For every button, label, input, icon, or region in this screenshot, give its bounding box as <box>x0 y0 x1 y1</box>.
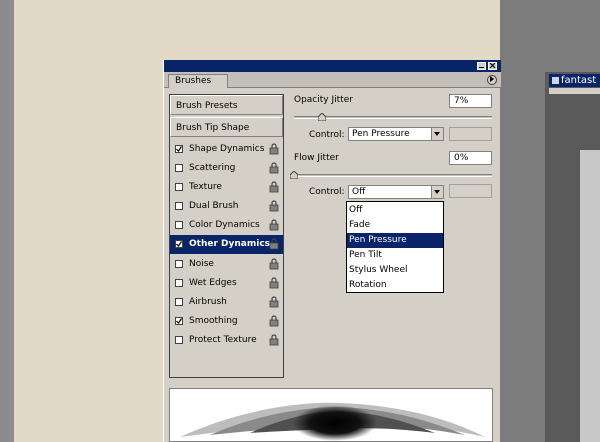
lock-icon[interactable] <box>269 143 279 155</box>
brush-stroke-preview <box>169 388 493 442</box>
dropdown-option[interactable]: Rotation <box>347 278 443 293</box>
checkbox[interactable] <box>175 202 183 210</box>
palette-menu-button[interactable] <box>487 75 497 85</box>
dropdown-option[interactable]: Pen Pressure <box>347 233 443 248</box>
minimize-button[interactable] <box>477 62 486 70</box>
brush-setting-label: Protect Texture <box>189 335 257 345</box>
flow-jitter-input[interactable]: 0% <box>449 151 492 165</box>
flow-control-extra-field <box>449 184 492 198</box>
checkbox[interactable] <box>175 260 183 268</box>
opacity-jitter-label: Opacity Jitter <box>294 95 353 105</box>
palette-titlebar[interactable] <box>164 60 501 72</box>
brush-setting-row[interactable]: Dual Brush <box>170 197 283 216</box>
flow-control-label: Control: <box>309 187 345 197</box>
brush-setting-label: Dual Brush <box>189 201 239 211</box>
lock-icon[interactable] <box>269 200 279 212</box>
checkmark-icon <box>176 318 182 324</box>
palette-tab-row: Brushes <box>164 72 501 88</box>
lock-icon[interactable] <box>269 162 279 174</box>
checkmark-icon <box>176 146 182 152</box>
lock-icon[interactable] <box>269 258 279 270</box>
brush-setting-label: Shape Dynamics <box>189 144 265 154</box>
opacity-control-label: Control: <box>309 130 345 140</box>
brush-setting-row[interactable]: Shape Dynamics <box>170 140 283 159</box>
close-icon <box>489 62 496 69</box>
flow-control-select[interactable]: Off <box>348 185 444 199</box>
lock-icon[interactable] <box>269 181 279 193</box>
checkbox[interactable] <box>175 240 183 248</box>
checkbox[interactable] <box>175 279 183 287</box>
checkbox[interactable] <box>175 336 183 344</box>
lock-icon[interactable] <box>269 315 279 327</box>
brush-setting-row[interactable]: Scattering <box>170 159 283 178</box>
dropdown-option[interactable]: Off <box>347 203 443 218</box>
document-window-strip <box>549 88 600 94</box>
document-icon <box>552 76 559 84</box>
dropdown-option[interactable]: Pen Tilt <box>347 248 443 263</box>
lock-icon[interactable] <box>269 334 279 346</box>
brush-setting-label: Noise <box>189 259 214 269</box>
checkbox[interactable] <box>175 317 183 325</box>
lock-icon[interactable] <box>269 219 279 231</box>
checkbox[interactable] <box>175 298 183 306</box>
brush-setting-row[interactable]: Protect Texture <box>170 331 283 350</box>
opacity-jitter-input[interactable]: 7% <box>449 94 492 108</box>
brushes-palette: Brushes Brush Presets Brush Tip Shape Sh… <box>163 60 501 442</box>
lock-icon[interactable] <box>269 238 279 250</box>
checkmark-icon <box>176 241 182 247</box>
brush-setting-label: Color Dynamics <box>189 220 260 230</box>
flow-jitter-slider[interactable] <box>294 174 492 177</box>
flow-jitter-label: Flow Jitter <box>294 153 339 163</box>
checkbox[interactable] <box>175 145 183 153</box>
brush-presets-header[interactable]: Brush Presets <box>170 95 283 115</box>
close-button[interactable] <box>488 62 497 70</box>
control-dropdown-list: Off Fade Pen Pressure Pen Tilt Stylus Wheel R… <box>346 201 444 293</box>
triangle-right-icon <box>490 76 494 82</box>
brush-setting-row[interactable]: Wet Edges <box>170 274 283 293</box>
stroke-preview-image <box>180 402 485 441</box>
checkbox[interactable] <box>175 183 183 191</box>
checkbox[interactable] <box>175 221 183 229</box>
dropdown-option[interactable]: Stylus Wheel <box>347 263 443 278</box>
opacity-control-value: Pen Pressure <box>352 129 410 139</box>
dropdown-option[interactable]: Fade <box>347 218 443 233</box>
lock-icon[interactable] <box>269 277 279 289</box>
lock-icon[interactable] <box>269 296 279 308</box>
opacity-control-select[interactable]: Pen Pressure <box>348 127 444 141</box>
flow-jitter-thumb[interactable] <box>290 171 298 179</box>
brush-setting-label: Scattering <box>189 163 236 173</box>
chevron-down-icon[interactable] <box>431 128 443 140</box>
minimize-icon <box>479 67 484 68</box>
document-canvas <box>580 150 600 442</box>
brush-setting-label: Wet Edges <box>189 278 237 288</box>
flow-control-value: Off <box>352 187 366 197</box>
workspace-left-edge <box>0 0 14 442</box>
brush-setting-row[interactable]: Color Dynamics <box>170 216 283 235</box>
brush-setting-label: Texture <box>189 182 222 192</box>
brush-setting-label: Airbrush <box>189 297 227 307</box>
checkbox[interactable] <box>175 164 183 172</box>
brush-setting-row[interactable]: Other Dynamics <box>170 235 283 254</box>
tab-brushes[interactable]: Brushes <box>168 74 228 88</box>
document-window-title[interactable]: fantast <box>549 74 600 87</box>
brush-settings-list: Brush Presets Brush Tip Shape Shape Dyna… <box>169 94 284 378</box>
brush-tip-shape-header[interactable]: Brush Tip Shape <box>170 117 283 137</box>
chevron-down-icon[interactable] <box>431 186 443 198</box>
opacity-jitter-thumb[interactable] <box>317 113 326 121</box>
brush-setting-row[interactable]: Smoothing <box>170 312 283 331</box>
brush-setting-row[interactable]: Texture <box>170 178 283 197</box>
opacity-control-extra-field <box>449 127 492 141</box>
brush-setting-label: Other Dynamics <box>189 239 271 249</box>
document-title-text: fantast <box>561 75 597 86</box>
brush-setting-row[interactable]: Airbrush <box>170 293 283 312</box>
brush-setting-label: Smoothing <box>189 316 238 326</box>
brush-setting-row[interactable]: Noise <box>170 255 283 274</box>
